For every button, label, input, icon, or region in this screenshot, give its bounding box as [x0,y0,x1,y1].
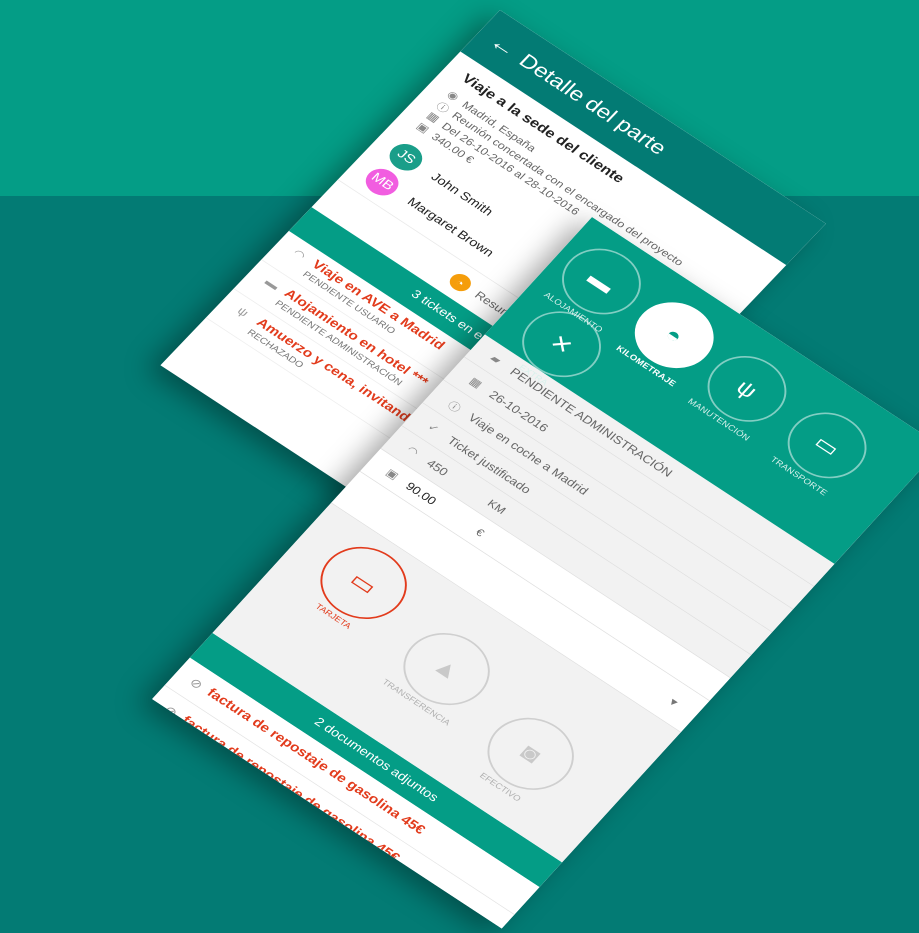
amount-unit: € [473,525,488,539]
paperclip-icon: ⊘ [160,703,181,721]
bank-icon: ▲ [386,618,507,720]
category-transporte[interactable]: ▭ TRANSPORTE [764,399,883,501]
payment-transferencia[interactable]: ▲ TRANSFERENCIA [378,618,507,729]
payment-efectivo[interactable]: ◙ EFECTIVO [462,703,592,814]
speedometer-icon: ◓ [619,288,730,382]
fork-knife-icon: ψ [692,342,802,436]
dropdown-caret-icon: ▼ [664,694,683,710]
distance-unit: KM [485,496,509,517]
pie-chart-icon: ◔ [445,270,476,295]
wallet-icon: ◙ [470,703,592,805]
car-icon: ▭ [772,399,883,492]
